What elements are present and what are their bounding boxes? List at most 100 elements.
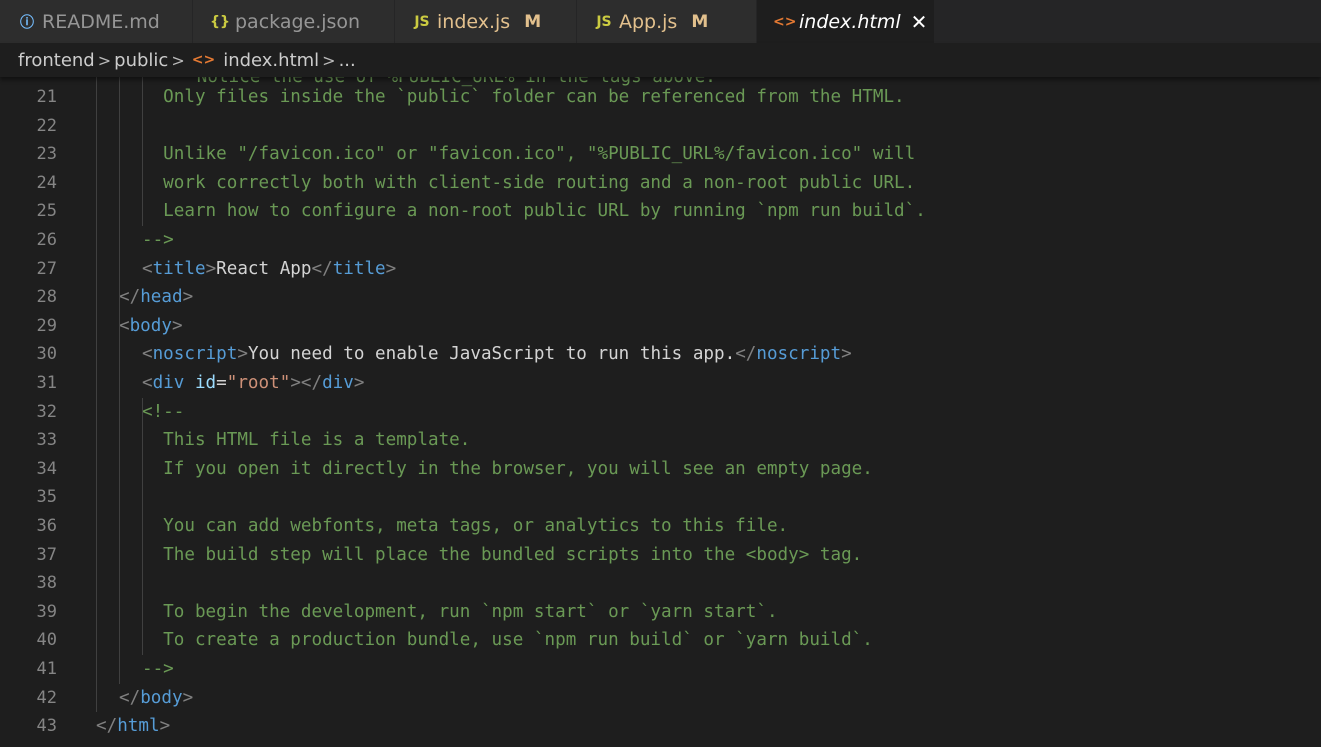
- code-token: title: [332, 258, 386, 279]
- code-text: If you open it directly in the browser, …: [142, 455, 873, 484]
- code-line[interactable]: 25 Learn how to configure a non-root pub…: [0, 197, 1321, 226]
- tab-readme-md[interactable]: ⓘ README.md: [0, 0, 193, 43]
- line-number: 38: [36, 573, 57, 594]
- line-number: 25: [36, 201, 57, 222]
- modified-badge: M: [691, 11, 709, 32]
- line-number: 43: [36, 716, 57, 737]
- line-number: 32: [36, 401, 57, 422]
- line-number: 42: [36, 687, 57, 708]
- code-token: </: [311, 258, 333, 279]
- code-line[interactable]: 27 <title>React App</title>: [0, 255, 1321, 284]
- code-line[interactable]: 29 <body>: [0, 312, 1321, 341]
- code-token: Unlike "/favicon.ico" or "favicon.ico", …: [142, 144, 916, 165]
- tab-label: App.js: [619, 10, 678, 33]
- code-text: <div id="root"></div>: [142, 369, 364, 398]
- line-number: 21: [36, 87, 57, 107]
- code-text: <body>: [119, 312, 183, 341]
- modified-badge: M: [524, 11, 542, 32]
- code-token: You can add webfonts, meta tags, or anal…: [142, 516, 789, 536]
- tab-label: index.js: [437, 10, 511, 33]
- chevron-right-icon: >: [171, 50, 185, 70]
- line-number: 29: [36, 315, 57, 336]
- code-token: div: [322, 373, 354, 393]
- code-line[interactable]: 35: [0, 483, 1321, 512]
- code-text: This HTML file is a template.: [142, 426, 470, 455]
- code-token: To create a production bundle, use `npm …: [142, 630, 873, 651]
- code-text: Learn how to configure a non-root public…: [142, 197, 926, 226]
- code-token: id: [194, 373, 217, 393]
- code-line[interactable]: 22: [0, 112, 1321, 141]
- code-line[interactable]: 37 The build step will place the bundled…: [0, 541, 1321, 570]
- tab-package-json[interactable]: {} package.json: [193, 0, 395, 43]
- code-text: -->: [142, 655, 174, 684]
- code-line[interactable]: 42 </body>: [0, 684, 1321, 713]
- code-text: <noscript>You need to enable JavaScript …: [142, 340, 852, 369]
- code-line[interactable]: 30 <noscript>You need to enable JavaScrip…: [0, 340, 1321, 369]
- code-line[interactable]: 33 This HTML file is a template.: [0, 426, 1321, 455]
- indent-guide: [119, 77, 120, 684]
- code-text: -->: [142, 226, 174, 255]
- line-number: 37: [36, 544, 57, 565]
- tab-index-js[interactable]: JS index.js M: [395, 0, 577, 43]
- code-line[interactable]: 40 To create a production bundle, use `n…: [0, 626, 1321, 655]
- code-token: Learn how to configure a non-root public…: [142, 201, 926, 222]
- code-token: ></: [290, 373, 323, 393]
- line-number: 27: [36, 258, 57, 279]
- code-token: <: [142, 373, 153, 393]
- code-token: </: [119, 287, 141, 308]
- code-token: >: [385, 258, 397, 279]
- code-text: To begin the development, run `npm start…: [142, 598, 778, 627]
- close-icon[interactable]: ✕: [911, 10, 928, 34]
- html-file-icon: <>: [191, 52, 216, 68]
- code-line[interactable]: 38: [0, 569, 1321, 598]
- tab-label: package.json: [235, 10, 361, 33]
- js-file-icon: JS: [596, 13, 612, 30]
- code-line[interactable]: 31 <div id="root"></div>: [0, 369, 1321, 398]
- code-token: >: [171, 315, 183, 336]
- code-editor[interactable]: Notice the use of %PUBLIC_URL% in the ta…: [0, 77, 1321, 747]
- code-token: To begin the development, run `npm start…: [142, 601, 778, 622]
- tab-index-html[interactable]: <> index.html ✕: [757, 0, 935, 43]
- line-number: 26: [36, 230, 57, 250]
- code-line[interactable]: 28 </head>: [0, 283, 1321, 312]
- line-number: 33: [36, 430, 57, 451]
- code-line[interactable]: 24 work correctly both with client-side …: [0, 169, 1321, 198]
- line-number: 39: [36, 601, 57, 622]
- code-line[interactable]: 39 To begin the development, run `npm st…: [0, 598, 1321, 627]
- line-number: 35: [36, 487, 57, 508]
- line-number: 22: [36, 115, 57, 136]
- code-text: </head>: [119, 283, 193, 312]
- code-token: title: [152, 258, 206, 279]
- code-text: The build step will place the bundled sc…: [142, 541, 862, 570]
- code-token: </: [119, 687, 141, 708]
- indent-guide: [142, 77, 143, 226]
- breadcrumb-item-frontend[interactable]: frontend: [18, 50, 95, 71]
- code-text: <title>React App</title>: [142, 255, 396, 284]
- code-line[interactable]: 26 -->: [0, 226, 1321, 255]
- code-line[interactable]: 41 -->: [0, 655, 1321, 684]
- code-line[interactable]: 21 Only files inside the `public` folder…: [0, 83, 1321, 112]
- code-token: This HTML file is a template.: [142, 430, 471, 451]
- breadcrumb-item-public[interactable]: public: [114, 50, 168, 71]
- code-line[interactable]: 36 You can add webfonts, meta tags, or a…: [0, 512, 1321, 541]
- js-file-icon: JS: [414, 13, 430, 30]
- code-line[interactable]: 34 If you open it directly in the browse…: [0, 455, 1321, 484]
- code-token: You need to enable JavaScript to run thi…: [247, 344, 736, 365]
- line-number: 36: [36, 516, 57, 536]
- line-number: 23: [36, 144, 57, 165]
- code-line[interactable]: 23 Unlike "/favicon.ico" or "favicon.ico…: [0, 140, 1321, 169]
- code-token: If you open it directly in the browser, …: [142, 458, 873, 479]
- code-token: -->: [142, 230, 174, 250]
- line-number: 40: [36, 630, 57, 651]
- tab-app-js[interactable]: JS App.js M: [577, 0, 757, 43]
- breadcrumb-item-symbols[interactable]: ...: [339, 50, 356, 71]
- breadcrumb-item-file[interactable]: index.html: [223, 50, 319, 71]
- code-line[interactable]: 32 <!--: [0, 398, 1321, 427]
- code-token: div: [152, 373, 185, 393]
- line-number: 28: [36, 287, 57, 308]
- code-token: noscript: [152, 344, 238, 365]
- line-number: 24: [36, 172, 57, 193]
- chevron-right-icon: >: [97, 50, 112, 70]
- code-line[interactable]: 43 </html>: [0, 712, 1321, 741]
- line-number: 41: [36, 659, 57, 679]
